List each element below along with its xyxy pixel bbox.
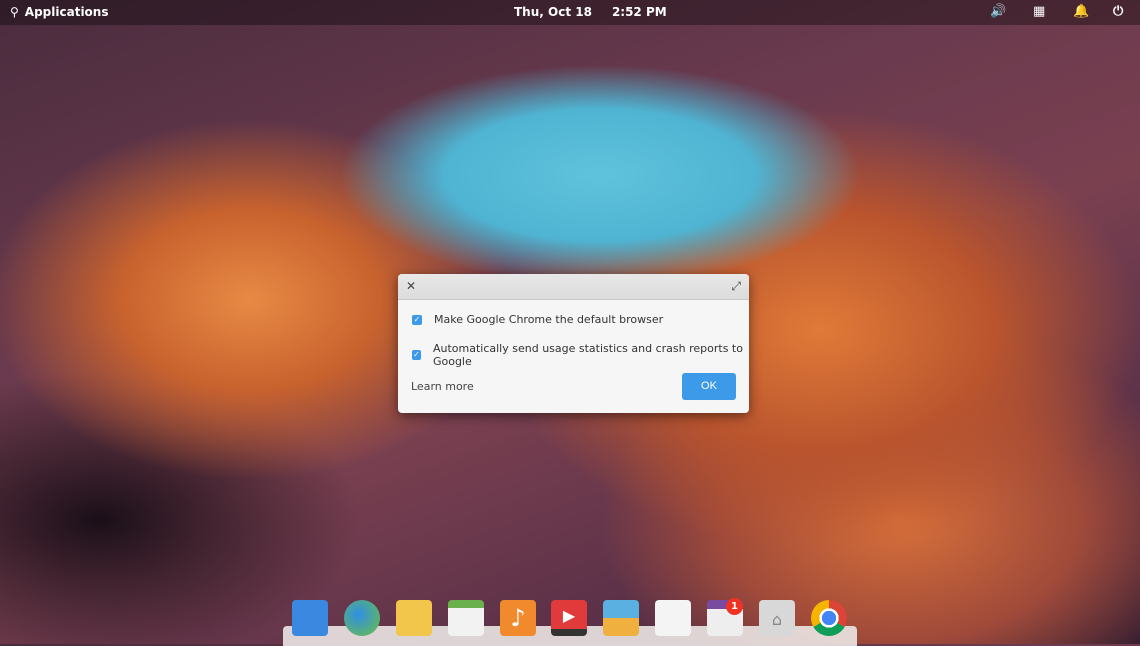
usage-stats-option[interactable]: ✓ Automatically send usage statistics an… [412, 342, 749, 368]
mail-icon[interactable] [396, 600, 432, 636]
usage-stats-checkbox[interactable]: ✓ [412, 350, 421, 360]
top-panel: ⚲ Applications Thu, Oct 18 2:52 PM 🔊 ▦ 🔔… [0, 0, 1140, 25]
notifications-icon[interactable]: 🔔 [1073, 4, 1089, 19]
maximize-icon[interactable]: ⤢ [731, 279, 741, 294]
applications-menu[interactable]: ⚲ Applications [10, 5, 108, 19]
chrome-first-run-dialog: ✕ ⤢ ✓ Make Google Chrome the default bro… [398, 274, 749, 413]
videos-icon[interactable]: ▶ [551, 600, 587, 636]
clock[interactable]: Thu, Oct 18 2:52 PM [514, 5, 667, 19]
appcenter-badge: 1 [726, 598, 743, 615]
multitasking-icon[interactable] [292, 600, 328, 636]
learn-more-link[interactable]: Learn more [411, 380, 474, 393]
ok-button[interactable]: OK [682, 373, 736, 400]
calendar-icon[interactable] [448, 600, 484, 636]
search-icon: ⚲ [10, 5, 19, 19]
files-icon[interactable]: ⌂ [759, 600, 795, 636]
titlebar: ✕ ⤢ [398, 274, 749, 300]
web-browser-icon[interactable] [344, 600, 380, 636]
music-icon[interactable]: ♪ [500, 600, 536, 636]
power-icon[interactable]: ⏻ [1113, 4, 1123, 19]
default-browser-option[interactable]: ✓ Make Google Chrome the default browser [412, 313, 663, 326]
volume-icon[interactable]: 🔊 [990, 4, 1006, 19]
settings-icon[interactable] [655, 600, 691, 636]
network-icon[interactable]: ▦ [1033, 4, 1045, 19]
chrome-icon[interactable] [811, 600, 847, 636]
close-icon[interactable]: ✕ [406, 279, 416, 293]
default-browser-checkbox[interactable]: ✓ [412, 314, 422, 325]
photos-icon[interactable] [603, 600, 639, 636]
